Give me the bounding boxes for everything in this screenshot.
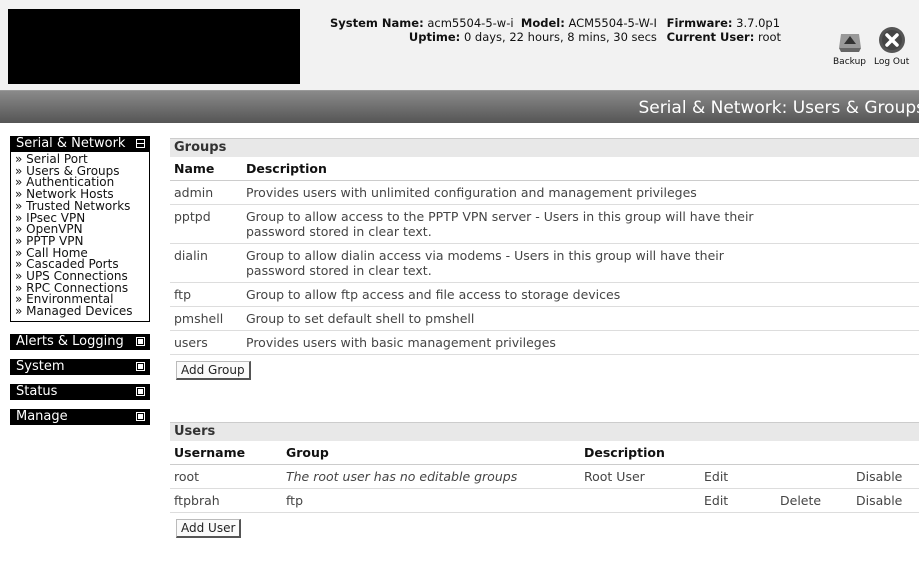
column-header-group: Group [282, 441, 580, 465]
backup-label: Backup [833, 57, 866, 67]
users-title: Users [170, 422, 919, 441]
uptime-value: 0 days, 22 hours, 8 mins, 30 secs [463, 30, 657, 44]
user-group: ftp [282, 488, 580, 513]
model-value: ACM5504-5-W-I [568, 16, 657, 30]
current-user-value: root [757, 30, 782, 44]
table-row: pmshell Group to set default shell to pm… [170, 306, 919, 331]
logout-label: Log Out [874, 57, 910, 67]
nav-item-managed-devices[interactable]: » Managed Devices [15, 305, 146, 318]
group-description: Provides users with basic management pri… [242, 330, 919, 355]
firmware-value: 3.7.0p1 [736, 16, 781, 30]
uptime-label: Uptime: [408, 30, 461, 44]
groups-title: Groups [170, 138, 919, 157]
sidebar: Serial & Network » Serial Port » Users &… [10, 136, 150, 434]
nav-section-manage[interactable]: Manage [10, 408, 150, 425]
table-header-row: Name Description [170, 157, 919, 181]
edit-link[interactable]: Edit [700, 464, 776, 489]
table-row: dialin Group to allow dialin access via … [170, 243, 919, 283]
logout-button[interactable]: Log Out [874, 26, 909, 67]
table-row: users Provides users with basic manageme… [170, 330, 919, 355]
nav-section-system[interactable]: System [10, 358, 150, 375]
edit-link[interactable]: Edit [700, 488, 776, 513]
delete-link[interactable]: Delete [776, 488, 852, 513]
users-panel: Users Username Group Description root Th… [170, 422, 919, 538]
disable-link[interactable]: Disable [852, 488, 919, 513]
header: System Name: acm5504-5-w-i Model: ACM550… [0, 0, 919, 90]
table-row: ftp Group to allow ftp access and file a… [170, 282, 919, 307]
group-name[interactable]: pptpd [170, 204, 242, 244]
close-icon [878, 26, 906, 54]
group-name[interactable]: users [170, 330, 242, 355]
group-description: Group to allow ftp access and file acces… [242, 282, 919, 307]
group-name[interactable]: admin [170, 180, 242, 205]
system-info: System Name: acm5504-5-w-i Model: ACM550… [330, 16, 781, 44]
group-name[interactable]: pmshell [170, 306, 242, 331]
backup-icon [836, 26, 864, 54]
backup-button[interactable]: Backup [833, 26, 866, 67]
add-user-button[interactable]: Add User [176, 519, 242, 538]
nav-section-serial-network[interactable]: Serial & Network [10, 136, 150, 152]
disable-link[interactable]: Disable [852, 464, 919, 489]
expand-icon[interactable] [136, 361, 145, 371]
nav-section-alerts-logging[interactable]: Alerts & Logging [10, 333, 150, 350]
nav-section-label: Alerts & Logging [16, 333, 124, 349]
table-row: pptpd Group to allow access to the PPTP … [170, 204, 919, 244]
system-name-label: System Name: [330, 16, 424, 30]
logo [8, 9, 300, 84]
user-username: root [170, 464, 282, 489]
column-header-delete [776, 441, 852, 465]
main-content: Groups Name Description admin Provides u… [170, 138, 919, 538]
column-header-description: Description [580, 441, 700, 465]
page-title: Serial & Network: Users & Groups [638, 98, 919, 118]
add-group-button[interactable]: Add Group [176, 361, 251, 380]
user-description [580, 488, 700, 513]
user-group: The root user has no editable groups [282, 464, 580, 489]
column-header-edit [700, 441, 776, 465]
group-description: Group to allow access to the PPTP VPN se… [242, 204, 919, 244]
nav-section-status[interactable]: Status [10, 383, 150, 400]
group-description: Group to set default shell to pmshell [242, 306, 919, 331]
expand-icon[interactable] [136, 336, 145, 346]
table-row: admin Provides users with unlimited conf… [170, 180, 919, 205]
column-header-username: Username [170, 441, 282, 465]
groups-panel: Groups Name Description admin Provides u… [170, 138, 919, 380]
group-name[interactable]: ftp [170, 282, 242, 307]
system-name-value: acm5504-5-w-i [427, 16, 514, 30]
column-header-disable [852, 441, 919, 465]
nav-submenu: » Serial Port » Users & Groups » Authent… [10, 152, 150, 322]
table-header-row: Username Group Description [170, 441, 919, 465]
firmware-label: Firmware: [666, 16, 733, 30]
model-label: Model: [520, 16, 565, 30]
nav-section-label: Serial & Network [16, 136, 126, 151]
groups-table: Name Description admin Provides users wi… [170, 157, 919, 355]
column-header-name: Name [170, 157, 242, 181]
column-header-description: Description [242, 157, 919, 181]
table-row: ftpbrah ftp Edit Delete Disable [170, 488, 919, 513]
user-username: ftpbrah [170, 488, 282, 513]
group-description: Group to allow dialin access via modems … [242, 243, 919, 283]
expand-icon[interactable] [136, 386, 145, 396]
group-description: Provides users with unlimited configurat… [242, 180, 919, 205]
user-description: Root User [580, 464, 700, 489]
title-bar: Serial & Network: Users & Groups [0, 90, 919, 123]
table-row: root The root user has no editable group… [170, 464, 919, 489]
collapse-icon[interactable] [136, 139, 145, 148]
delete-link [776, 464, 852, 489]
expand-icon[interactable] [136, 411, 145, 421]
nav-section-label: Manage [16, 408, 68, 424]
nav-section-label: System [16, 358, 65, 374]
nav-section-label: Status [16, 383, 58, 399]
current-user-label: Current User: [666, 30, 755, 44]
group-name[interactable]: dialin [170, 243, 242, 283]
users-table: Username Group Description root The root… [170, 441, 919, 513]
